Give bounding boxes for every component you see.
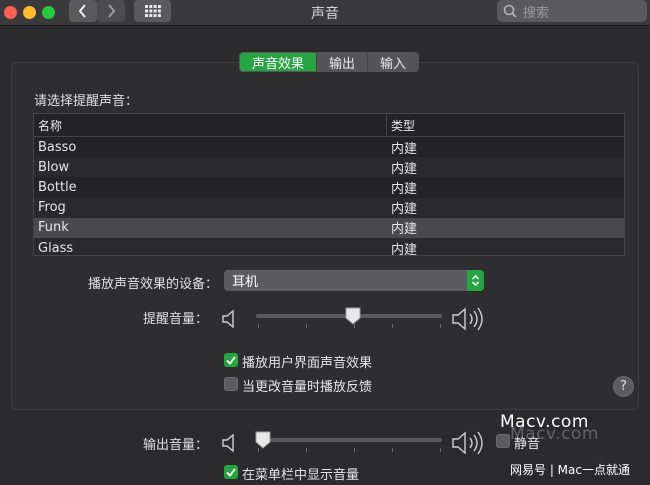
slider-tick [392,324,393,328]
search-icon [503,4,517,18]
device-label: 播放声音效果的设备： [87,277,218,292]
output-volume-label: 输出音量： [142,438,208,453]
column-header-name[interactable]: 名称 [34,114,387,136]
slider-tick [354,448,355,452]
speaker-low-icon [222,309,234,329]
slider-tick [306,324,307,328]
alert-sound-list[interactable]: 名称 类型 Basso 内建 Blow 内建 Bottle 内建 Frog 内建… [33,113,625,256]
mute-checkbox[interactable] [496,434,510,448]
sound-name: Glass [38,240,74,256]
list-header: 名称 类型 [34,114,624,137]
checkmark-icon [226,355,236,365]
sound-type: 内建 [391,181,418,197]
tab-sound-effects[interactable]: 声音效果 [240,53,318,71]
sound-type: 内建 [391,202,418,218]
slider-tick [440,324,441,328]
column-header-type[interactable]: 类型 [387,117,415,134]
sound-name: Blow [38,159,70,175]
list-item[interactable]: Basso 内建 [34,137,624,157]
sound-type: 内建 [391,161,418,177]
sound-name: Frog [38,200,66,216]
sound-name: Bottle [38,179,77,195]
search-field[interactable]: 搜索 [497,0,647,22]
sound-type: 内建 [391,242,418,256]
show-volume-in-menubar-label: 在菜单栏中显示音量 [242,468,360,483]
slider-tick [440,448,441,452]
tab-output[interactable]: 输出 [317,53,369,71]
slider-tick [258,324,259,328]
speaker-low-icon [222,433,234,453]
checkmark-icon [226,467,236,477]
sound-type: 内建 [391,222,418,238]
alert-volume-knob[interactable] [345,307,361,325]
list-item[interactable]: Bottle 内建 [34,177,624,197]
sound-type: 内建 [391,141,418,157]
chevron-updown-icon [467,270,484,291]
speaker-high-icon [452,431,483,455]
tab-bar: 声音效果 输出 输入 [239,52,420,72]
select-value: 耳机 [232,275,259,290]
help-button[interactable]: ? [613,376,634,397]
output-device-select[interactable]: 耳机 [224,270,484,291]
tab-input[interactable]: 输入 [368,53,419,71]
slider-tick [392,448,393,452]
sound-name: Basso [38,139,77,155]
list-item[interactable]: Frog 内建 [34,197,624,218]
show-volume-in-menubar-checkbox[interactable] [224,465,238,479]
list-item[interactable]: Blow 内建 [34,157,624,178]
watermark-source: 网易号 | Mac一点就通 [510,463,630,477]
speaker-high-icon [452,307,483,331]
search-placeholder: 搜索 [523,5,550,21]
play-ui-sounds-checkbox[interactable] [224,353,238,367]
list-item[interactable]: Glass 内建 [34,237,624,256]
alert-volume-label: 提醒音量： [142,312,208,327]
watermark-text-faint: Macv.com [510,424,599,444]
play-ui-sounds-label: 播放用户界面声音效果 [242,356,373,371]
list-item-selected[interactable]: Funk 内建 [34,217,624,238]
alert-sound-prompt: 请选择提醒声音： [34,94,139,109]
play-feedback-checkbox[interactable] [224,377,238,391]
output-volume-track[interactable] [256,438,442,442]
output-volume-knob[interactable] [255,431,271,449]
title-bar: 声音 搜索 [0,0,650,26]
slider-tick [306,448,307,452]
play-feedback-label: 当更改音量时播放反馈 [242,380,373,395]
sound-name: Funk [38,220,69,236]
